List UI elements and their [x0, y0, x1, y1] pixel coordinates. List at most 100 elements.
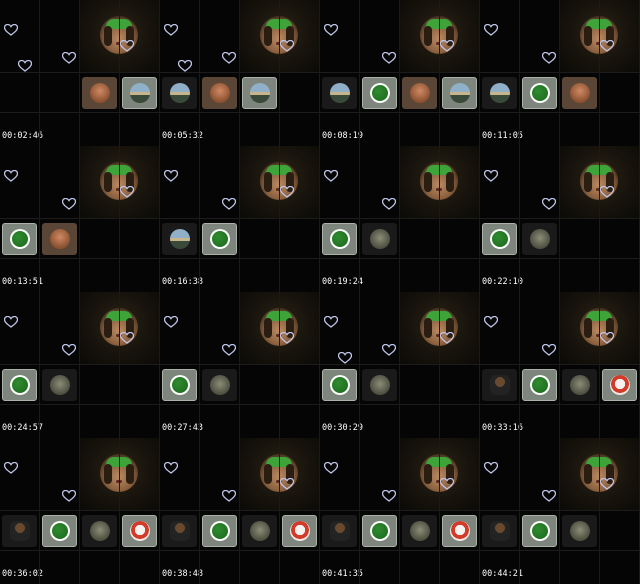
- heart-icon: [280, 332, 294, 344]
- frame-divider: [160, 218, 320, 219]
- scene-tile[interactable]: [442, 77, 477, 109]
- scene-tile[interactable]: [482, 77, 517, 109]
- frame-divider: [160, 364, 320, 365]
- timestamp-label: 00:16:38: [162, 277, 203, 287]
- scene-icon: [129, 83, 150, 103]
- person-tile[interactable]: [42, 223, 77, 255]
- globe-tile[interactable]: [202, 515, 237, 547]
- stone-tile[interactable]: [562, 515, 597, 547]
- heart-icon: [222, 490, 236, 502]
- globe-icon: [369, 521, 390, 541]
- globe-tile[interactable]: [322, 369, 357, 401]
- frame-divider: [160, 510, 320, 511]
- stone-tile[interactable]: [362, 223, 397, 255]
- globe-icon: [329, 229, 350, 249]
- globe-tile[interactable]: [202, 223, 237, 255]
- video-frame: 00:24:57: [0, 292, 160, 438]
- person-tile[interactable]: [82, 77, 117, 109]
- globe-tile[interactable]: [162, 369, 197, 401]
- scene-icon: [249, 83, 270, 103]
- globe-tile[interactable]: [2, 223, 37, 255]
- globe-tile[interactable]: [482, 223, 517, 255]
- guy-tile[interactable]: [2, 515, 37, 547]
- stone-tile[interactable]: [42, 369, 77, 401]
- pizza-tile[interactable]: [602, 369, 637, 401]
- globe-tile[interactable]: [42, 515, 77, 547]
- stone-tile[interactable]: [402, 515, 437, 547]
- frame-divider: [320, 218, 480, 219]
- video-frame: 00:05:32: [160, 0, 320, 146]
- heart-icon: [484, 24, 498, 36]
- globe-icon: [209, 229, 230, 249]
- pizza-tile[interactable]: [282, 515, 317, 547]
- stone-tile[interactable]: [202, 369, 237, 401]
- heart-icon: [542, 490, 556, 502]
- heart-icon: [382, 344, 396, 356]
- globe-tile[interactable]: [322, 223, 357, 255]
- globe-tile[interactable]: [362, 515, 397, 547]
- frame-divider: [160, 72, 320, 73]
- scene-tile[interactable]: [322, 77, 357, 109]
- pizza-tile[interactable]: [442, 515, 477, 547]
- globe-tile[interactable]: [522, 369, 557, 401]
- heart-icon: [280, 40, 294, 52]
- globe-icon: [369, 83, 390, 103]
- frame-divider: [0, 364, 160, 365]
- globe-tile[interactable]: [522, 77, 557, 109]
- globe-icon: [529, 83, 550, 103]
- pizza-tile[interactable]: [122, 515, 157, 547]
- heart-icon: [280, 478, 294, 490]
- stone-tile[interactable]: [522, 223, 557, 255]
- scene-tile[interactable]: [162, 223, 197, 255]
- heart-icon: [120, 186, 134, 198]
- heart-icon: [4, 24, 18, 36]
- globe-tile[interactable]: [522, 515, 557, 547]
- guy-tile[interactable]: [482, 515, 517, 547]
- video-frame: 00:41:35: [320, 438, 480, 584]
- scene-icon: [169, 229, 190, 249]
- scene-tile[interactable]: [162, 77, 197, 109]
- stone-icon: [249, 521, 270, 541]
- frame-divider: [320, 404, 480, 405]
- globe-tile[interactable]: [362, 77, 397, 109]
- timestamp-label: 00:08:19: [322, 131, 363, 141]
- stone-icon: [369, 375, 390, 395]
- frame-divider: [320, 510, 480, 511]
- guy-icon: [9, 521, 30, 541]
- frame-divider: [0, 404, 160, 405]
- person-tile[interactable]: [562, 77, 597, 109]
- video-frame: 00:38:48: [160, 438, 320, 584]
- stone-tile[interactable]: [562, 369, 597, 401]
- stone-tile[interactable]: [242, 515, 277, 547]
- frame-divider: [0, 510, 160, 511]
- stone-tile[interactable]: [82, 515, 117, 547]
- heart-icon: [484, 316, 498, 328]
- presenter-avatar: [420, 162, 458, 200]
- timestamp-label: 00:41:35: [322, 569, 363, 579]
- heart-icon: [542, 344, 556, 356]
- heart-icon: [222, 344, 236, 356]
- video-frame: 00:19:24: [320, 146, 480, 292]
- scene-icon: [449, 83, 470, 103]
- frame-divider: [480, 550, 640, 551]
- person-tile[interactable]: [402, 77, 437, 109]
- guy-tile[interactable]: [322, 515, 357, 547]
- heart-icon: [542, 198, 556, 210]
- heart-icon: [324, 462, 338, 474]
- heart-icon: [382, 52, 396, 64]
- heart-icon: [62, 198, 76, 210]
- video-frame: 00:16:38: [160, 146, 320, 292]
- scene-tile[interactable]: [242, 77, 277, 109]
- stone-tile[interactable]: [362, 369, 397, 401]
- stone-icon: [529, 229, 550, 249]
- guy-tile[interactable]: [482, 369, 517, 401]
- stone-icon: [569, 375, 590, 395]
- globe-tile[interactable]: [2, 369, 37, 401]
- stone-icon: [569, 521, 590, 541]
- person-tile[interactable]: [202, 77, 237, 109]
- heart-icon: [484, 170, 498, 182]
- heart-icon: [120, 40, 134, 52]
- scene-tile[interactable]: [122, 77, 157, 109]
- heart-icon: [484, 462, 498, 474]
- guy-tile[interactable]: [162, 515, 197, 547]
